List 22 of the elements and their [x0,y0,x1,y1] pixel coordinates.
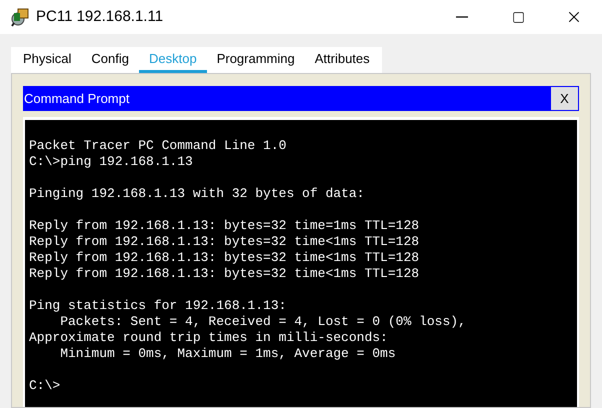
terminal-line: Packet Tracer PC Command Line 1.0 [29,138,286,154]
tab[interactable]: Physical [13,47,82,73]
tab[interactable]: Config [81,47,139,73]
tab[interactable]: Attributes [304,47,380,73]
terminal-line: C:\>ping 192.168.1.13 [29,154,193,170]
terminal-line: Pinging 192.168.1.13 with 32 bytes of data: [29,186,364,202]
tab[interactable]: Programming [206,47,305,73]
terminal-line: Reply from 192.168.1.13: bytes=32 time<1ms TTL=128 [29,266,420,282]
prompt-close-button[interactable]: X [551,87,578,110]
terminal-line: Reply from 192.168.1.13: bytes=32 time<1ms TTL=128 [29,250,420,266]
app-icon [10,7,30,27]
window-title: PC11 192.168.1.11 [36,6,164,27]
terminal-line: Packets: Sent = 4, Received = 4, Lost = 0 (0% loss), [59,314,466,330]
minimize-icon [456,16,468,18]
terminal-line: Reply from 192.168.1.13: bytes=32 time=1ms TTL=128 [29,218,420,234]
maximize-icon [512,10,524,24]
terminal-line: Approximate round trip times in milli-seconds: [29,330,388,346]
prompt-title: Command Prompt [24,90,130,108]
terminal-line: Reply from 192.168.1.13: bytes=32 time<1ms TTL=128 [29,234,420,250]
terminal-line: C:\> [29,378,60,394]
terminal-line: Minimum = 0ms, Maximum = 1ms, Average = 0ms [59,346,396,362]
terminal-line: Ping statistics for 192.168.1.13: [29,298,286,314]
